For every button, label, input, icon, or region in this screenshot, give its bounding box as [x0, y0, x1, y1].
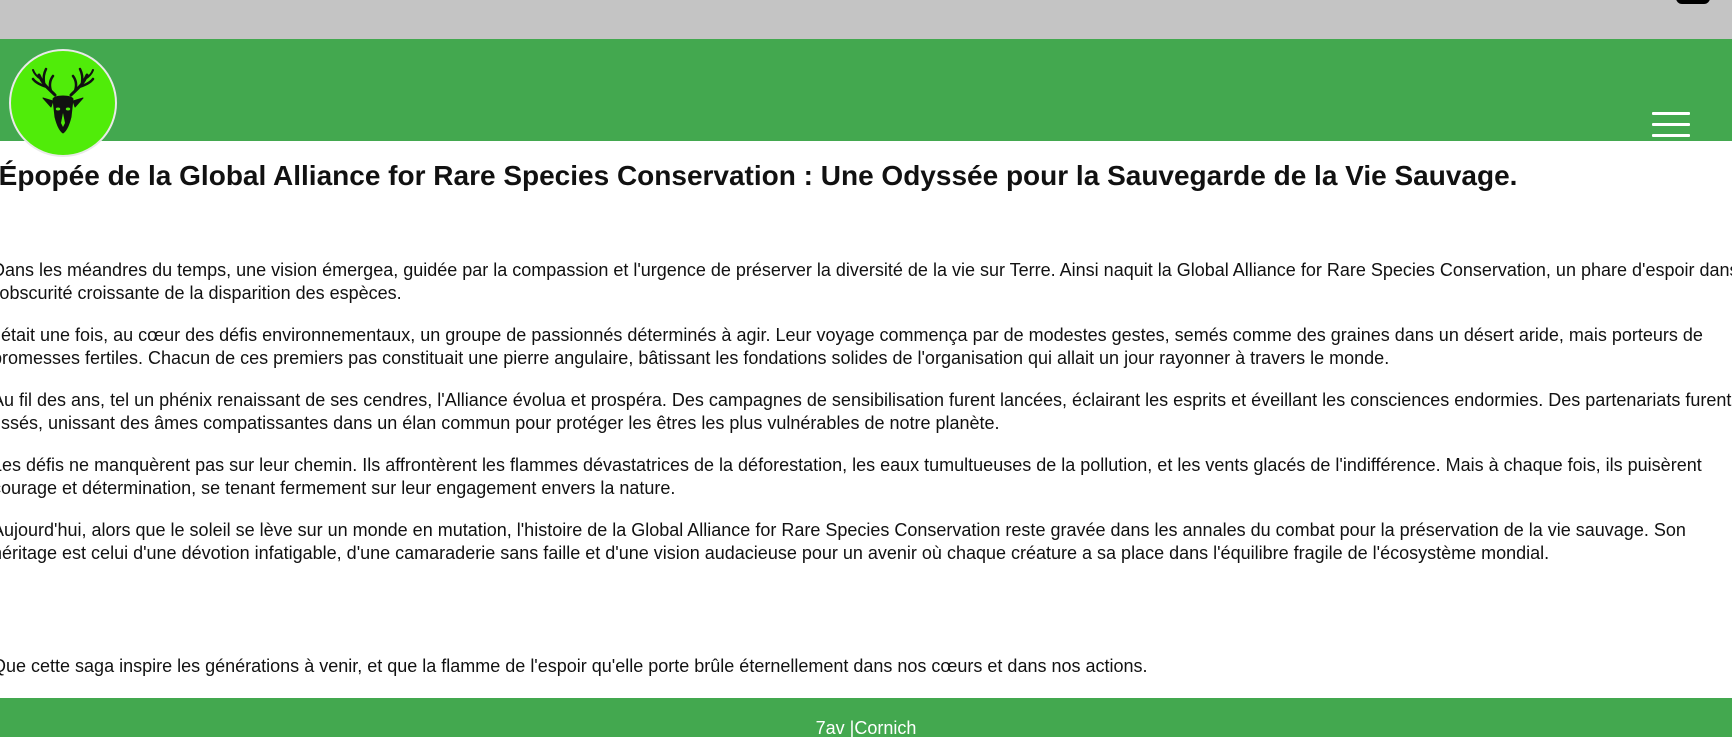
closing-paragraph: Que cette saga inspire les générations à… — [0, 656, 1148, 676]
paragraph: Dans les méandres du temps, une vision é… — [0, 260, 1732, 303]
hamburger-menu-icon[interactable] — [1652, 112, 1692, 138]
page-title: 'Épopée de la Global Alliance for Rare S… — [0, 160, 1518, 191]
site-header — [0, 39, 1732, 141]
paragraph: Au fil des ans, tel un phénix renaissant… — [0, 390, 1732, 433]
paragraph: Les défis ne manquèrent pas sur leur che… — [0, 455, 1702, 498]
main-content: 'Épopée de la Global Alliance for Rare S… — [0, 141, 1732, 698]
article-body: Dans les méandres du temps, une vision é… — [0, 259, 1732, 584]
paragraph: Aujourd'hui, alors que le soleil se lève… — [0, 520, 1686, 563]
footer-text: 7av |Cornich — [815, 718, 917, 737]
browser-top-bar — [0, 0, 1732, 39]
top-right-corner-element — [1676, 0, 1710, 4]
site-footer: 7av |Cornich — [0, 698, 1732, 737]
deer-head-logo-graphic — [31, 67, 95, 134]
paragraph: l était une fois, au cœur des défis envi… — [0, 325, 1703, 368]
